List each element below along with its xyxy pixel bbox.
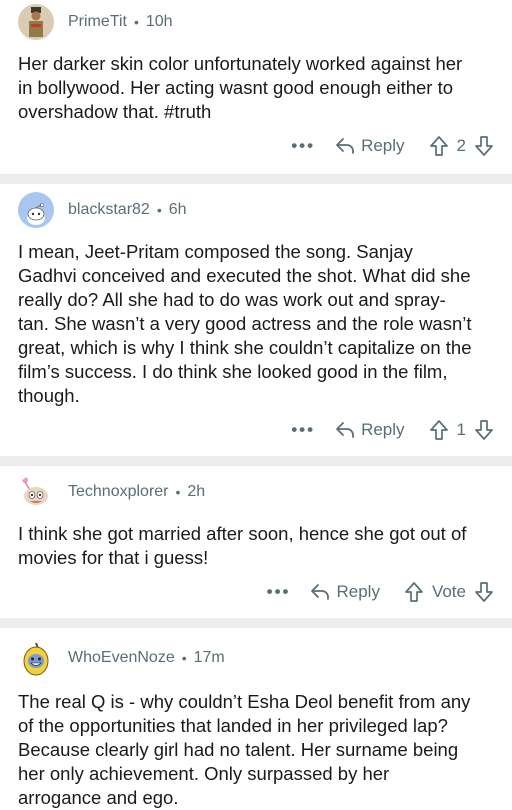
comment-meta: WhoEvenNoze • 17m [18, 638, 494, 678]
comment-body: The real Q is - why couldn’t Esha Deol b… [18, 691, 471, 808]
vote-count: Vote [431, 582, 466, 601]
vote-count: 1 [456, 420, 466, 439]
username[interactable]: PrimeTit [68, 13, 127, 31]
comment-body: I think she got married after soon, henc… [18, 523, 467, 568]
downvote-icon[interactable] [474, 419, 494, 441]
vote-controls: 2 [429, 135, 494, 157]
comment: PrimeTit • 10h Her darker skin color unf… [0, 0, 512, 164]
comment: blackstar82 • 6h I mean, Jeet-Pritam com… [0, 184, 512, 448]
downvote-icon[interactable] [474, 135, 494, 157]
reply-button[interactable]: Reply [310, 582, 380, 602]
upvote-icon[interactable] [404, 581, 424, 603]
username[interactable]: WhoEvenNoze [68, 649, 175, 667]
comment-actions: ••• Reply Vote [18, 574, 494, 610]
separator-dot: • [156, 202, 162, 218]
comment-meta: PrimeTit • 10h [18, 2, 494, 42]
timestamp: 10h [145, 13, 173, 30]
separator-dot: • [175, 484, 181, 500]
reply-button[interactable]: Reply [335, 420, 405, 440]
creature-avatar-icon[interactable] [18, 474, 54, 510]
more-options-button[interactable]: ••• [291, 420, 315, 440]
comment-actions: ••• Reply 2 [18, 128, 494, 164]
comment-divider [0, 618, 512, 628]
reply-icon [336, 422, 354, 438]
comment-body: Her darker skin color unfortunately work… [18, 53, 463, 122]
upvote-icon[interactable] [429, 419, 449, 441]
vote-count: 2 [456, 136, 466, 155]
reply-icon [311, 584, 330, 600]
comment-meta: blackstar82 • 6h [18, 190, 494, 230]
separator-dot: • [133, 14, 139, 30]
reply-icon [336, 138, 354, 154]
timestamp: 17m [193, 649, 225, 666]
reply-button[interactable]: Reply [335, 136, 405, 156]
timestamp: 2h [187, 483, 206, 500]
reply-label: Reply [336, 582, 380, 601]
vote-controls: Vote [404, 581, 494, 603]
comment-divider [0, 456, 512, 466]
downvote-icon[interactable] [474, 581, 494, 603]
username[interactable]: blackstar82 [68, 201, 150, 219]
comment: WhoEvenNoze • 17m The real Q is - why co… [0, 628, 512, 810]
comment-meta: Technoxplorer • 2h [18, 472, 494, 512]
username[interactable]: Technoxplorer [68, 483, 169, 501]
soldier-avatar-icon[interactable] [18, 4, 54, 40]
comment-divider [0, 174, 512, 184]
reply-label: Reply [361, 420, 405, 439]
more-options-button[interactable]: ••• [291, 136, 315, 156]
comment-body: I mean, Jeet-Pritam composed the song. S… [18, 241, 472, 406]
vote-controls: 1 [429, 419, 494, 441]
snoo-avatar-icon[interactable] [18, 192, 54, 228]
upvote-icon[interactable] [429, 135, 449, 157]
banana-avatar-icon[interactable] [18, 640, 54, 676]
timestamp: 6h [168, 201, 187, 218]
comment: Technoxplorer • 2h I think she got marri… [0, 466, 512, 610]
reply-label: Reply [361, 136, 405, 155]
more-options-button[interactable]: ••• [267, 582, 291, 602]
comment-actions: ••• Reply 1 [18, 412, 494, 448]
separator-dot: • [181, 650, 187, 666]
